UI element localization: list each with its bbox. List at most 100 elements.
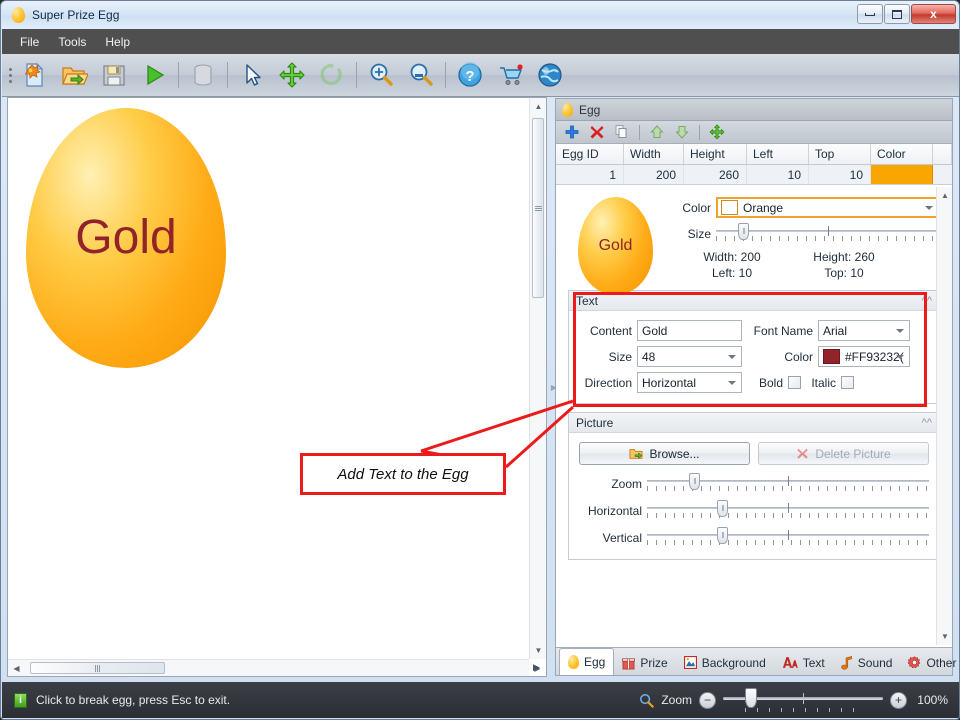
tab-egg[interactable]: Egg bbox=[559, 648, 615, 675]
menu-item-file[interactable]: File bbox=[12, 32, 47, 52]
egg-size-slider-thumb[interactable] bbox=[738, 223, 749, 240]
picture-zoom-slider[interactable] bbox=[647, 473, 929, 495]
text-direction-combo[interactable]: Horizontal bbox=[637, 372, 742, 393]
column-height[interactable]: Height bbox=[684, 144, 747, 164]
column-color[interactable]: Color bbox=[871, 144, 933, 164]
text-size-row: Size 48 Color #FF93232( bbox=[579, 346, 929, 367]
egg-top-text: Top: 10 bbox=[824, 266, 864, 280]
chevron-down-icon bbox=[896, 328, 904, 333]
close-button[interactable]: x bbox=[911, 4, 956, 24]
database-icon[interactable] bbox=[183, 56, 223, 94]
open-icon[interactable] bbox=[54, 56, 94, 94]
text-content-input[interactable]: Gold bbox=[637, 320, 742, 341]
tab-background[interactable]: Background bbox=[676, 650, 774, 675]
zoom-fit-icon[interactable] bbox=[401, 56, 441, 94]
column-left[interactable]: Left bbox=[747, 144, 809, 164]
collapse-chevron-icon[interactable]: ^^ bbox=[922, 417, 932, 429]
cell-filler bbox=[933, 165, 952, 184]
canvas-hscroll-thumb[interactable] bbox=[30, 662, 165, 674]
minimize-icon bbox=[865, 12, 875, 16]
column-width[interactable]: Width bbox=[624, 144, 684, 164]
move-down-icon[interactable] bbox=[672, 123, 692, 142]
table-row[interactable]: 1 200 260 10 10 bbox=[556, 165, 952, 185]
egg-dimensions-row-1: Width: 200 Height: 260 bbox=[676, 250, 940, 264]
zoom-slider[interactable] bbox=[723, 688, 883, 712]
panel-header: Egg bbox=[556, 99, 952, 121]
move-icon[interactable] bbox=[272, 56, 312, 94]
text-section-header[interactable]: Text ^^ bbox=[569, 291, 939, 311]
picture-vertical-thumb[interactable] bbox=[717, 527, 728, 544]
panel-scroll-up-icon[interactable]: ▲ bbox=[937, 187, 953, 204]
picture-horizontal-thumb[interactable] bbox=[717, 500, 728, 517]
delete-icon bbox=[797, 448, 809, 459]
picture-horizontal-slider[interactable] bbox=[647, 500, 929, 522]
egg-color-value: Orange bbox=[743, 200, 784, 215]
panel-vertical-scrollbar[interactable]: ▲ ▼ bbox=[936, 187, 952, 645]
picture-vertical-slider[interactable] bbox=[647, 527, 929, 549]
delete-picture-button[interactable]: Delete Picture bbox=[758, 442, 929, 465]
bold-checkbox[interactable] bbox=[788, 376, 801, 389]
canvas-vscroll-thumb[interactable] bbox=[532, 118, 544, 298]
column-filler bbox=[933, 144, 952, 164]
menu-item-help[interactable]: Help bbox=[97, 32, 138, 52]
new-icon[interactable] bbox=[14, 56, 54, 94]
arrange-icon[interactable] bbox=[707, 123, 727, 142]
delete-icon[interactable] bbox=[587, 123, 607, 142]
column-egg-id[interactable]: Egg ID bbox=[556, 144, 624, 164]
zoom-in-button[interactable]: + bbox=[890, 691, 907, 709]
cell-top: 10 bbox=[809, 165, 871, 184]
delete-picture-label: Delete Picture bbox=[815, 446, 891, 461]
properties-panel: Egg Egg ID Width Height Left Top Color 1… bbox=[555, 98, 956, 676]
menu-item-tools[interactable]: Tools bbox=[50, 32, 94, 52]
text-size-combo[interactable]: 48 bbox=[637, 346, 742, 367]
globe-icon[interactable] bbox=[530, 56, 570, 94]
text-color-combo[interactable]: #FF93232( bbox=[818, 346, 910, 367]
design-canvas[interactable]: Gold ▲ ▼ ◀ ▶ ▶ bbox=[7, 97, 547, 677]
column-top[interactable]: Top bbox=[809, 144, 871, 164]
collapse-chevron-icon[interactable]: ^^ bbox=[922, 295, 932, 307]
bold-label: Bold bbox=[758, 375, 783, 390]
save-icon[interactable] bbox=[94, 56, 134, 94]
egg-size-slider[interactable] bbox=[716, 223, 940, 245]
picture-zoom-label: Zoom bbox=[611, 477, 642, 491]
rotate-icon[interactable] bbox=[312, 56, 352, 94]
scroll-left-icon[interactable]: ◀ bbox=[8, 660, 25, 677]
zoom-out-button[interactable]: − bbox=[699, 691, 716, 709]
help-icon[interactable]: ? bbox=[450, 56, 490, 94]
tab-sound[interactable]: Sound bbox=[833, 650, 901, 675]
canvas-surface[interactable]: Gold bbox=[8, 98, 529, 659]
scroll-up-icon[interactable]: ▲ bbox=[530, 98, 547, 115]
cart-icon[interactable] bbox=[490, 56, 530, 94]
picture-zoom-thumb[interactable] bbox=[689, 473, 700, 490]
canvas-vertical-scrollbar[interactable]: ▲ ▼ bbox=[529, 98, 546, 659]
move-up-icon[interactable] bbox=[647, 123, 667, 142]
text-section-title: Text bbox=[576, 293, 599, 308]
tab-prize[interactable]: Prize bbox=[614, 650, 675, 675]
slider-center-tick bbox=[788, 530, 789, 540]
browse-button[interactable]: Browse... bbox=[579, 442, 750, 465]
font-name-combo[interactable]: Arial bbox=[818, 320, 910, 341]
minimize-button[interactable] bbox=[857, 4, 883, 24]
egg-left-text: Left: 10 bbox=[711, 266, 753, 280]
zoom-slider-thumb[interactable] bbox=[745, 688, 757, 708]
scroll-down-icon[interactable]: ▼ bbox=[530, 642, 547, 659]
slider-center-tick bbox=[788, 476, 789, 486]
egg-color-combo[interactable]: Orange bbox=[716, 197, 940, 218]
chevron-down-icon bbox=[925, 205, 933, 210]
tab-text[interactable]: Text bbox=[774, 650, 833, 675]
copy-icon[interactable] bbox=[612, 123, 632, 142]
zoom-in-icon[interactable] bbox=[361, 56, 401, 94]
tab-prize-label: Prize bbox=[640, 655, 668, 670]
picture-section-header[interactable]: Picture ^^ bbox=[569, 413, 939, 433]
tab-other[interactable]: Other bbox=[900, 650, 959, 675]
toolbar-grip[interactable] bbox=[6, 62, 14, 88]
italic-checkbox[interactable] bbox=[841, 376, 854, 389]
select-cursor-icon[interactable] bbox=[232, 56, 272, 94]
canvas-horizontal-scrollbar[interactable]: ◀ ▶ bbox=[8, 659, 541, 677]
window-title: Super Prize Egg bbox=[32, 8, 120, 22]
run-icon[interactable] bbox=[134, 56, 174, 94]
canvas-egg-shape[interactable]: Gold bbox=[26, 108, 226, 368]
maximize-button[interactable] bbox=[884, 4, 910, 24]
panel-scroll-down-icon[interactable]: ▼ bbox=[937, 628, 953, 645]
add-icon[interactable] bbox=[562, 123, 582, 142]
